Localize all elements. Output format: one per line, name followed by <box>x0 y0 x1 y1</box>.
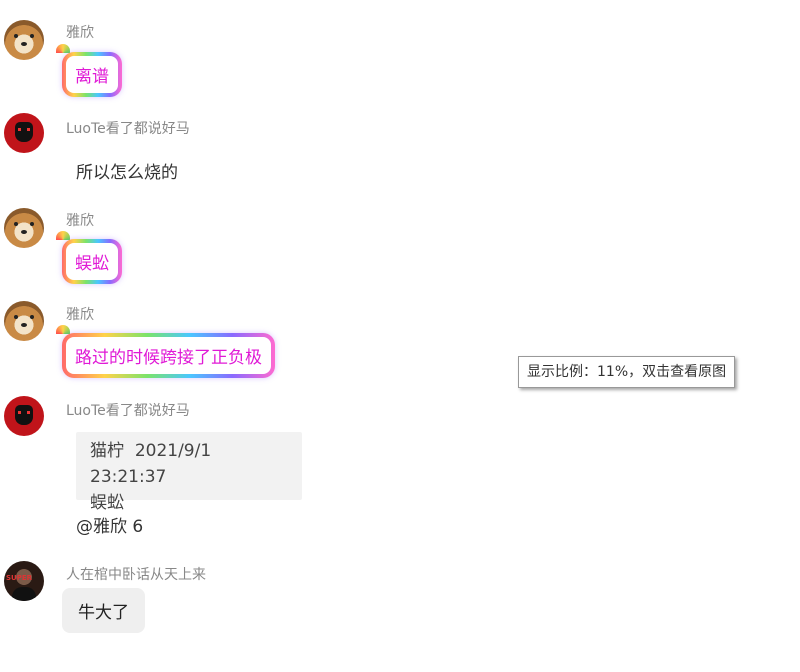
avatar[interactable] <box>4 396 44 436</box>
quote-header: 猫柠 2021/9/1 23:21:37 <box>90 438 288 490</box>
avatar[interactable] <box>4 301 44 341</box>
quote-author: 猫柠 <box>90 441 124 461</box>
rainbow-badge-icon <box>56 44 70 53</box>
rainbow-badge-icon <box>56 325 70 334</box>
sender-name: 人在棺中卧话从天上来 <box>66 567 206 583</box>
zoom-tooltip: 显示比例：11%，双击查看原图 <box>518 356 736 388</box>
reply-quote[interactable]: 猫柠 2021/9/1 23:21:37 蜈蚣 <box>76 432 302 513</box>
sender-name: 雅欣 <box>66 213 94 229</box>
message-bubble[interactable]: 路过的时候跨接了正负极 <box>62 333 275 378</box>
message-bubble[interactable]: 牛大了 <box>62 588 145 633</box>
message-bubble[interactable]: 离谱 <box>62 52 122 97</box>
sender-name: 雅欣 <box>66 307 94 323</box>
avatar[interactable] <box>4 208 44 248</box>
avatar[interactable] <box>4 113 44 153</box>
avatar[interactable] <box>4 561 44 601</box>
sender-name: 雅欣 <box>66 25 94 41</box>
rainbow-badge-icon <box>56 231 70 240</box>
sender-name: LuoTe看了都说好马 <box>66 121 190 137</box>
message-text[interactable]: @雅欣 6 <box>76 512 143 537</box>
sender-name: LuoTe看了都说好马 <box>66 403 190 419</box>
message-bubble[interactable]: 蜈蚣 <box>62 239 122 284</box>
message-text[interactable]: 所以怎么烧的 <box>76 158 178 183</box>
avatar[interactable] <box>4 20 44 60</box>
